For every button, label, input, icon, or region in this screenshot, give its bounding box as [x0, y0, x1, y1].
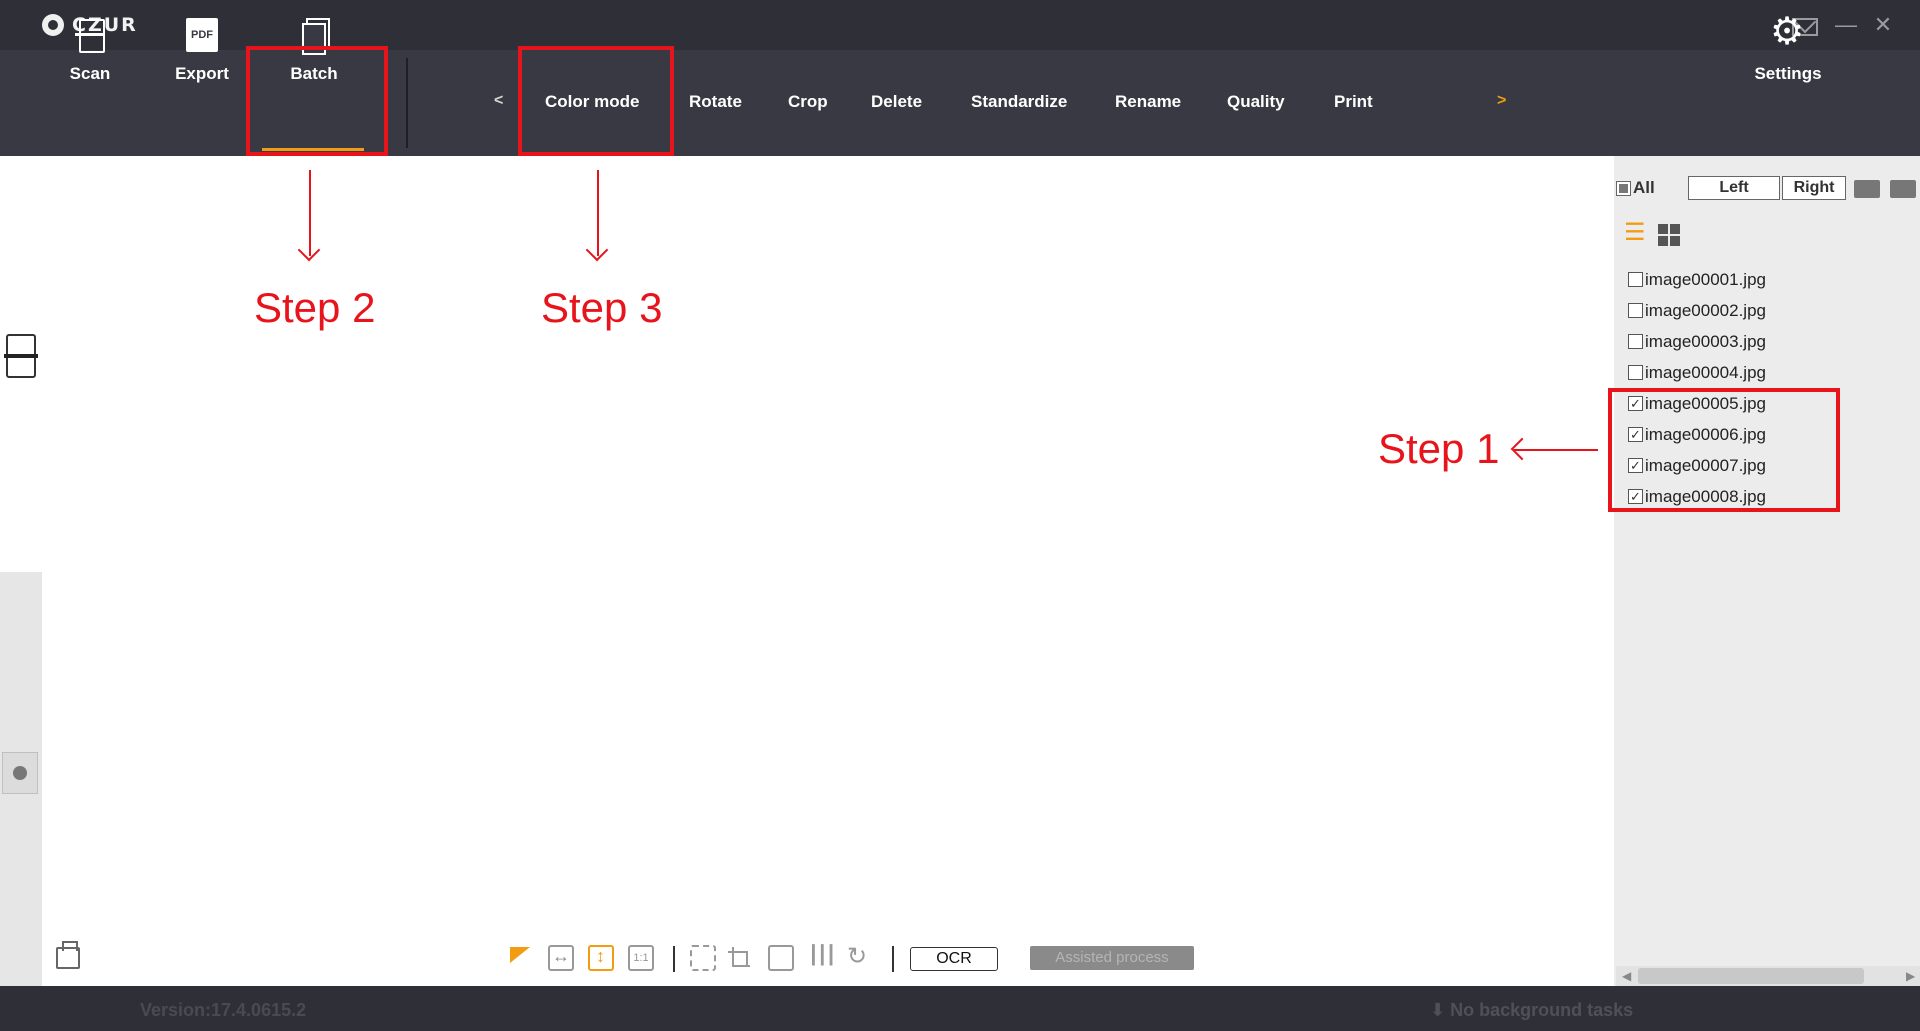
file-checkbox[interactable]: [1628, 334, 1643, 349]
scroll-right-icon[interactable]: ▶: [1906, 966, 1915, 986]
background-tasks-status: ⬇ No background tasks: [1430, 1000, 1634, 1020]
file-item[interactable]: image00003.jpg: [1628, 326, 1766, 357]
tool-separator: [673, 946, 675, 972]
scan-label: Scan: [69, 64, 111, 83]
menu-crop[interactable]: Crop: [788, 92, 828, 112]
image-canvas[interactable]: [0, 156, 1614, 986]
menu-prev-button[interactable]: <: [494, 92, 503, 110]
file-item[interactable]: image00004.jpg: [1628, 357, 1766, 388]
file-checkbox[interactable]: [1628, 365, 1643, 380]
menu-next-button[interactable]: >: [1497, 92, 1506, 110]
file-name: image00004.jpg: [1645, 362, 1766, 382]
crop-icon[interactable]: [728, 945, 754, 971]
annotation-arrow-step3: [597, 170, 599, 256]
scan-frame-icon[interactable]: [4, 334, 38, 378]
export-label: Export: [175, 64, 229, 83]
background-tasks-text: No background tasks: [1450, 1000, 1634, 1020]
tool-separator: [892, 946, 894, 972]
open-folder-icon[interactable]: [1888, 176, 1918, 200]
fit-height-icon[interactable]: [588, 945, 614, 971]
grid-view-icon[interactable]: [1658, 224, 1680, 246]
ocr-button[interactable]: OCR: [910, 947, 998, 971]
menu-standardize[interactable]: Standardize: [971, 92, 1067, 112]
version-text: Version:17.4.0615.2: [140, 1000, 307, 1020]
file-name: image00001.jpg: [1645, 269, 1766, 289]
step-1-label: Step 1: [1378, 425, 1500, 472]
select-all-label: All: [1633, 178, 1655, 197]
toolbar-divider: [406, 58, 408, 148]
annotation-box-files: [1608, 388, 1840, 512]
horizontal-scrollbar[interactable]: ◀ ▶: [1616, 966, 1920, 986]
annotation-box-color-mode: [518, 46, 674, 156]
flatten-icon[interactable]: [768, 945, 794, 971]
pointer-icon[interactable]: [508, 945, 534, 971]
scroll-left-icon[interactable]: ◀: [1622, 966, 1631, 986]
file-name: image00003.jpg: [1645, 331, 1766, 351]
rotate-icon[interactable]: [846, 942, 872, 971]
gear-icon: [1768, 12, 1808, 56]
select-all-checkbox[interactable]: All: [1616, 178, 1655, 198]
pdf-icon: [182, 16, 222, 56]
export-button[interactable]: Export: [164, 12, 240, 98]
step-3-label: Step 3: [541, 284, 663, 331]
scan-button[interactable]: Scan: [52, 12, 128, 98]
file-checkbox[interactable]: [1628, 272, 1643, 287]
file-item[interactable]: image00002.jpg: [1628, 295, 1766, 326]
menu-delete[interactable]: Delete: [871, 92, 922, 112]
annotation-box-batch: [246, 46, 388, 156]
annotation-arrow-step1: [1514, 449, 1598, 451]
select-area-icon[interactable]: [690, 945, 716, 971]
settings-label: Settings: [1754, 64, 1822, 83]
annotation-arrow-step2: [309, 170, 311, 256]
list-view-icon[interactable]: [1624, 218, 1646, 247]
file-name: image00002.jpg: [1645, 300, 1766, 320]
assisted-process-button[interactable]: Assisted process: [1030, 946, 1194, 970]
close-button[interactable]: ✕: [1867, 10, 1899, 40]
menu-rename[interactable]: Rename: [1115, 92, 1181, 112]
right-filter-button[interactable]: Right: [1782, 176, 1846, 200]
add-folder-icon[interactable]: [1852, 176, 1882, 200]
play-icon[interactable]: [2, 752, 38, 794]
file-item[interactable]: image00001.jpg: [1628, 264, 1766, 295]
file-checkbox[interactable]: [1628, 303, 1643, 318]
left-filter-button[interactable]: Left: [1688, 176, 1780, 200]
menu-print[interactable]: Print: [1334, 92, 1373, 112]
menu-rotate[interactable]: Rotate: [689, 92, 742, 112]
scan-icon: [70, 16, 110, 56]
scrollbar-thumb[interactable]: [1638, 968, 1864, 984]
select-all-box[interactable]: [1616, 180, 1631, 196]
step-2-label: Step 2: [254, 284, 376, 331]
adjust-icon[interactable]: [806, 945, 835, 971]
print-icon[interactable]: [56, 941, 80, 969]
menu-quality[interactable]: Quality: [1227, 92, 1285, 112]
fit-width-icon[interactable]: [548, 945, 574, 971]
settings-button[interactable]: Settings: [1740, 12, 1836, 98]
actual-size-button[interactable]: 1:1: [628, 945, 654, 971]
